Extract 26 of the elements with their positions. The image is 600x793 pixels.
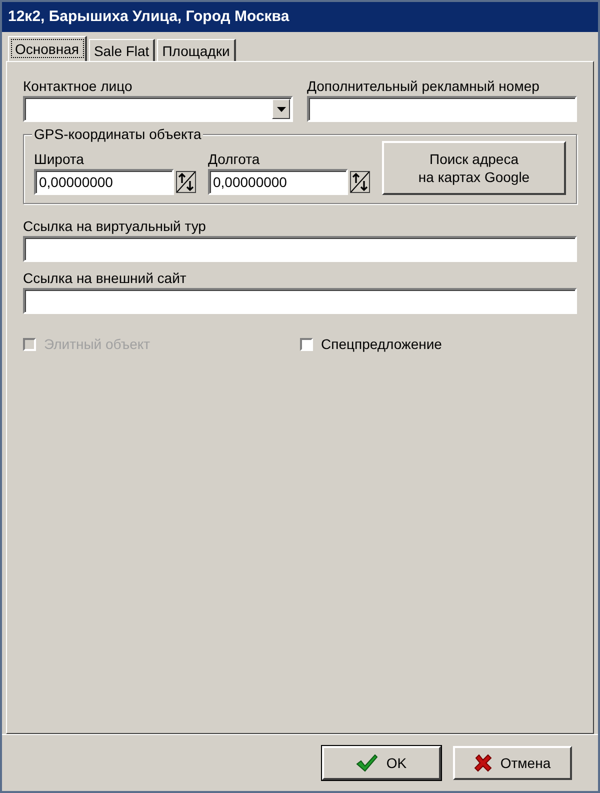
- field-label: Долгота: [208, 150, 261, 169]
- checkmark-icon: [356, 754, 378, 772]
- close-icon: [474, 754, 492, 772]
- spin-icon[interactable]: [176, 171, 196, 193]
- field-label: Ссылка на внешний сайт: [23, 269, 188, 288]
- contact-dropdown[interactable]: [23, 96, 293, 122]
- url-field[interactable]: [23, 288, 577, 314]
- ad-number-field[interactable]: [307, 96, 577, 122]
- coordinate-field[interactable]: 0,00000000: [208, 169, 348, 195]
- tab[interactable]: Площадки: [157, 39, 236, 61]
- map-search-button[interactable]: Поиск адреса на картах Google: [382, 141, 566, 195]
- field-label: Широта: [34, 150, 85, 169]
- ok-button[interactable]: OK: [322, 746, 441, 780]
- spin-icon[interactable]: [350, 171, 370, 193]
- tab[interactable]: Sale Flat: [88, 39, 156, 61]
- field-label: Дополнительный рекламный номер: [307, 77, 540, 96]
- window-title: 12к2, Барышиха Улица, Город Москва: [2, 2, 598, 32]
- field-label: Ссылка на виртуальный тур: [23, 217, 207, 236]
- checkbox-label: Спецпредложение: [321, 336, 442, 352]
- url-field[interactable]: [23, 236, 577, 262]
- tab[interactable]: Основная: [8, 36, 87, 61]
- group-title: GPS-координаты объекта: [32, 126, 204, 142]
- cancel-button[interactable]: Отмена: [453, 746, 572, 780]
- checkbox[interactable]: [300, 338, 313, 350]
- field-label: Контактное лицо: [23, 77, 134, 96]
- coordinate-field[interactable]: 0,00000000: [34, 169, 174, 195]
